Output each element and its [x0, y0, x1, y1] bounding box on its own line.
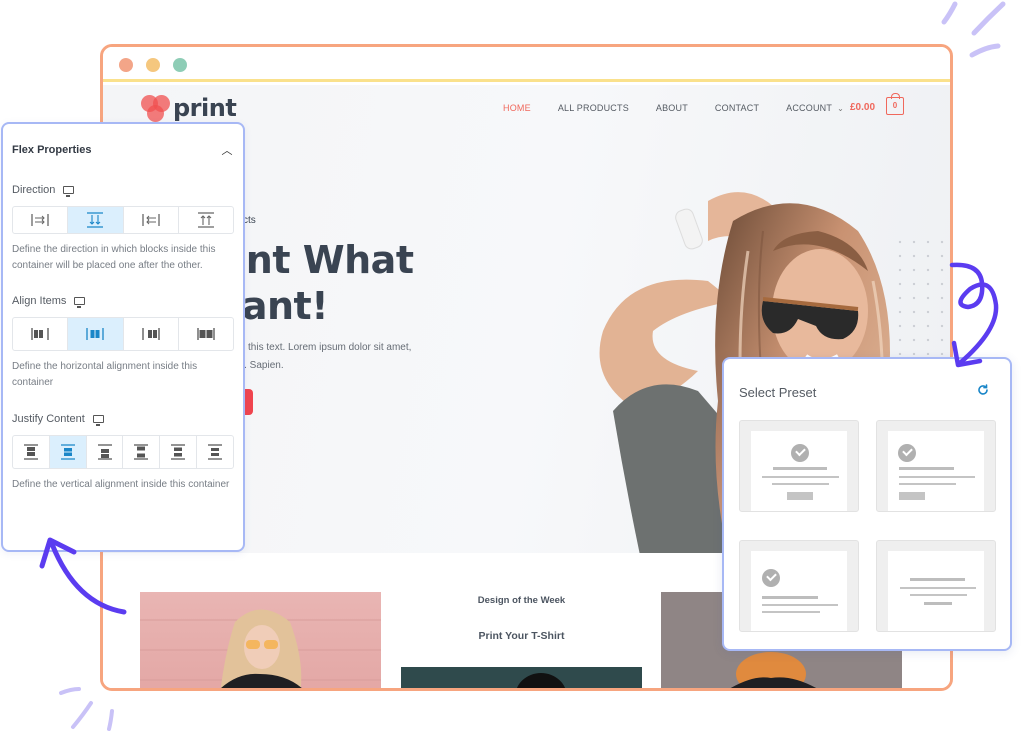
window-minimize-dot[interactable]: [146, 58, 160, 72]
window-close-dot[interactable]: [119, 58, 133, 72]
nav-account-label: ACCOUNT: [786, 103, 833, 113]
cart-bag-icon[interactable]: 0: [886, 93, 904, 115]
justify-space-between-icon: [134, 444, 149, 460]
product-image-2[interactable]: [401, 667, 642, 688]
logo-mark-icon: [141, 93, 171, 123]
justify-space-around-icon: [171, 444, 186, 460]
align-items-label-row: Align Items: [12, 293, 234, 309]
direction-row-option[interactable]: [13, 207, 69, 233]
preset-card-2[interactable]: [876, 420, 996, 512]
product-image-1[interactable]: [140, 592, 381, 688]
align-items-help-text: Define the horizontal alignment inside t…: [12, 361, 198, 388]
direction-label: Direction: [12, 184, 56, 196]
preset-card-1[interactable]: [739, 420, 859, 512]
flex-panel-header[interactable]: Flex Properties ︿: [12, 124, 234, 176]
direction-row-reverse-option[interactable]: [124, 207, 179, 233]
align-end-option[interactable]: [124, 318, 179, 350]
chevron-down-icon: ⌄: [837, 103, 844, 113]
preset-card-3[interactable]: [739, 540, 859, 632]
monitor-icon[interactable]: [92, 415, 104, 426]
monitor-icon[interactable]: [63, 186, 75, 197]
direction-column-reverse-option[interactable]: [179, 207, 233, 233]
justify-content-help-text: Define the vertical alignment inside thi…: [12, 479, 230, 490]
direction-section: Direction Define the direction in which …: [12, 182, 234, 274]
nav-all-products[interactable]: ALL PRODUCTS: [558, 103, 629, 113]
align-stretch-icon: [197, 328, 215, 340]
site-logo[interactable]: print: [141, 93, 237, 123]
direction-column-option[interactable]: [68, 207, 124, 233]
direction-label-row: Direction: [12, 182, 234, 198]
justify-end-icon: [97, 444, 112, 460]
align-start-option[interactable]: [13, 318, 69, 350]
justify-space-evenly-icon: [208, 444, 223, 460]
direction-row-reverse-icon: [141, 214, 160, 226]
direction-control: [12, 206, 234, 234]
justify-end-option[interactable]: [87, 436, 124, 468]
align-start-icon: [31, 328, 49, 340]
chevron-up-icon[interactable]: ︿: [220, 142, 234, 158]
hero-text: ange this text. Lorem ipsum dolor sit am…: [223, 339, 463, 375]
preset-panel-title: Select Preset: [739, 385, 817, 400]
align-end-icon: [141, 328, 160, 340]
align-items-section: Align Items Define the horizontal alignm…: [12, 293, 234, 391]
check-circle-icon: [762, 569, 780, 587]
justify-content-label: Justify Content: [12, 413, 85, 425]
flex-properties-panel: Flex Properties ︿ Direction Define the d…: [1, 122, 245, 552]
window-maximize-dot[interactable]: [173, 58, 187, 72]
logo-text: print: [173, 94, 237, 122]
align-stretch-option[interactable]: [179, 318, 233, 350]
nav-about[interactable]: ABOUT: [656, 103, 688, 113]
justify-space-around-option[interactable]: [160, 436, 198, 468]
design-of-the-week: Design of the Week Print Your T-Shirt: [401, 592, 642, 688]
justify-start-option[interactable]: [13, 436, 50, 468]
design-of-week-heading: Design of the Week: [477, 595, 566, 606]
browser-title-bar: [103, 47, 950, 82]
align-center-option[interactable]: [68, 318, 124, 350]
refresh-icon[interactable]: [976, 383, 990, 397]
align-center-icon: [86, 328, 105, 340]
main-nav: HOME ALL PRODUCTS ABOUT CONTACT ACCOUNT ⌄: [503, 103, 871, 113]
check-circle-icon: [898, 444, 916, 462]
justify-content-label-row: Justify Content: [12, 411, 234, 427]
nav-home[interactable]: HOME: [503, 103, 531, 113]
justify-space-evenly-option[interactable]: [197, 436, 233, 468]
direction-column-icon: [87, 212, 104, 228]
flex-panel-title: Flex Properties: [12, 144, 92, 156]
hero-text-line-1: ange this text. Lorem ipsum dolor sit am…: [223, 342, 412, 353]
justify-start-icon: [23, 444, 38, 460]
hero-text-line-2: g elit. Sapien.: [223, 360, 284, 371]
justify-content-section: Justify Content Define the vertical alig…: [12, 411, 234, 493]
align-items-control: [12, 317, 234, 351]
justify-center-option[interactable]: [49, 436, 87, 468]
nav-contact[interactable]: CONTACT: [715, 103, 759, 113]
align-items-label: Align Items: [12, 295, 67, 307]
print-tshirt-heading[interactable]: Print Your T-Shirt: [401, 630, 642, 642]
preset-card-4[interactable]: [876, 540, 996, 632]
select-preset-panel: Select Preset: [722, 357, 1012, 651]
direction-column-reverse-icon: [197, 212, 214, 228]
cart-total[interactable]: £0.00: [850, 102, 875, 113]
justify-space-between-option[interactable]: [123, 436, 161, 468]
direction-row-icon: [31, 214, 49, 226]
check-circle-icon: [791, 444, 809, 462]
direction-help-text: Define the direction in which blocks ins…: [12, 244, 216, 271]
justify-content-control: [12, 435, 234, 469]
monitor-icon[interactable]: [74, 297, 86, 308]
nav-account[interactable]: ACCOUNT ⌄: [786, 103, 844, 113]
justify-center-icon: [60, 444, 75, 460]
